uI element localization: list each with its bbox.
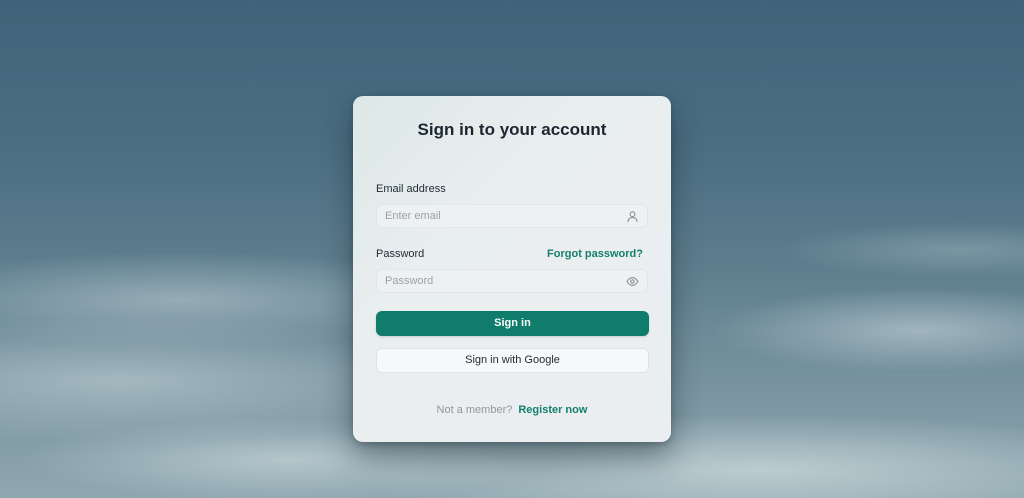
password-field-container	[376, 269, 648, 293]
eye-icon[interactable]	[626, 275, 639, 288]
not-member-text: Not a member?	[436, 404, 513, 416]
forgot-password-link[interactable]: Forgot password?	[547, 248, 643, 260]
google-sign-in-button[interactable]: Sign in with Google	[376, 348, 649, 373]
password-field[interactable]	[377, 270, 625, 292]
page-title: Sign in to your account	[417, 120, 607, 139]
email-field[interactable]	[377, 205, 625, 227]
user-icon	[626, 210, 639, 223]
register-prompt: Not a member? Register now	[353, 404, 671, 416]
password-label: Password	[376, 248, 425, 260]
email-label: Email address	[376, 183, 446, 195]
register-link[interactable]: Register now	[518, 404, 587, 416]
login-card: Sign in to your account Email address Pa…	[353, 96, 671, 442]
email-field-container	[376, 204, 648, 228]
sign-in-button[interactable]: Sign in	[376, 311, 649, 336]
